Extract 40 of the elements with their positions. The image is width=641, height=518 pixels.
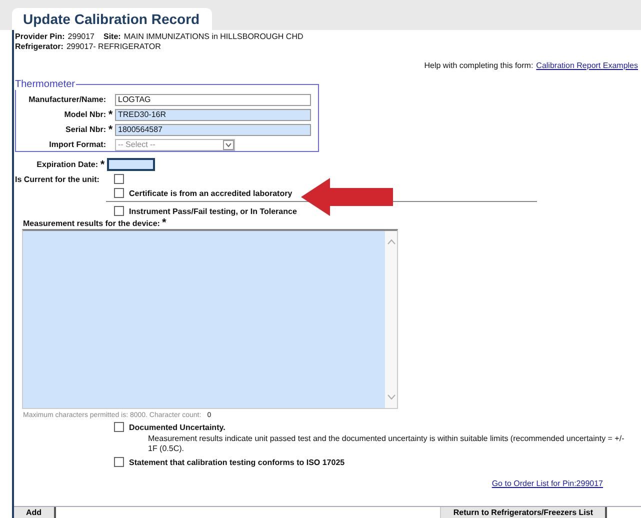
checkbox-label: Instrument Pass/Fail testing, or In Tolerance <box>129 206 297 216</box>
info-label: Refrigerator: <box>15 42 64 52</box>
text-field[interactable]: 1800564587 <box>115 124 311 136</box>
group-legend: Thermometer <box>14 79 76 90</box>
required-mark: * <box>100 158 105 170</box>
field-label: Is Current for the unit: <box>14 174 100 184</box>
text-field[interactable]: TRED30-16R <box>115 108 311 120</box>
field-label: Measurement results for the device: <box>23 219 160 228</box>
required-mark: * <box>108 108 113 120</box>
field-label: Serial Nbr: <box>64 124 106 136</box>
checkbox-label: Certificate is from an accredited laboratory <box>129 188 292 198</box>
checkbox-label: Documented Uncertainty. <box>129 422 226 432</box>
add-button[interactable]: Add <box>14 507 56 518</box>
required-mark: * <box>108 124 113 136</box>
field-label: Manufacturer/Name: <box>28 94 106 106</box>
field-label: Expiration Date: <box>36 160 98 169</box>
info-value: 299017 <box>68 32 94 42</box>
text-field[interactable]: LOGTAG <box>115 94 311 106</box>
checkbox[interactable] <box>114 188 124 198</box>
return-button[interactable]: Return to Refrigerators/Freezers List <box>440 507 607 518</box>
checkbox[interactable] <box>114 422 124 432</box>
description-text: Measurement results indicate unit passed test and the documented uncertainty is within suitable limits (recommended uncertainty = +/- 1F (0.5C). <box>148 434 626 454</box>
info-label: Site: <box>104 32 121 42</box>
info-value: 299017- REFRIGERATOR <box>66 42 161 52</box>
checkbox[interactable] <box>114 206 124 216</box>
info-value: MAIN IMMUNIZATIONS in HILLSBOROUGH CHD <box>124 32 304 42</box>
caret-icon <box>223 140 234 150</box>
info-label: Provider Pin: <box>15 32 65 42</box>
checkbox-label: Statement that calibration testing conforms to ISO 17025 <box>129 458 345 466</box>
help-text: Help with completing this form: <box>424 61 534 70</box>
checkbox[interactable] <box>114 457 124 467</box>
dropdown[interactable]: -- Select -- <box>115 138 235 150</box>
required-mark: * <box>162 219 166 228</box>
help-link[interactable]: Calibration Report Examples <box>536 61 638 70</box>
date-field[interactable] <box>107 158 155 171</box>
field-label: Model Nbr: <box>63 108 106 120</box>
order-list-link[interactable]: Go to Order List for Pin:299017 <box>492 479 603 488</box>
checkbox[interactable] <box>114 174 124 184</box>
field-label: Import Format: <box>48 138 106 150</box>
arrow-icon <box>301 178 393 216</box>
